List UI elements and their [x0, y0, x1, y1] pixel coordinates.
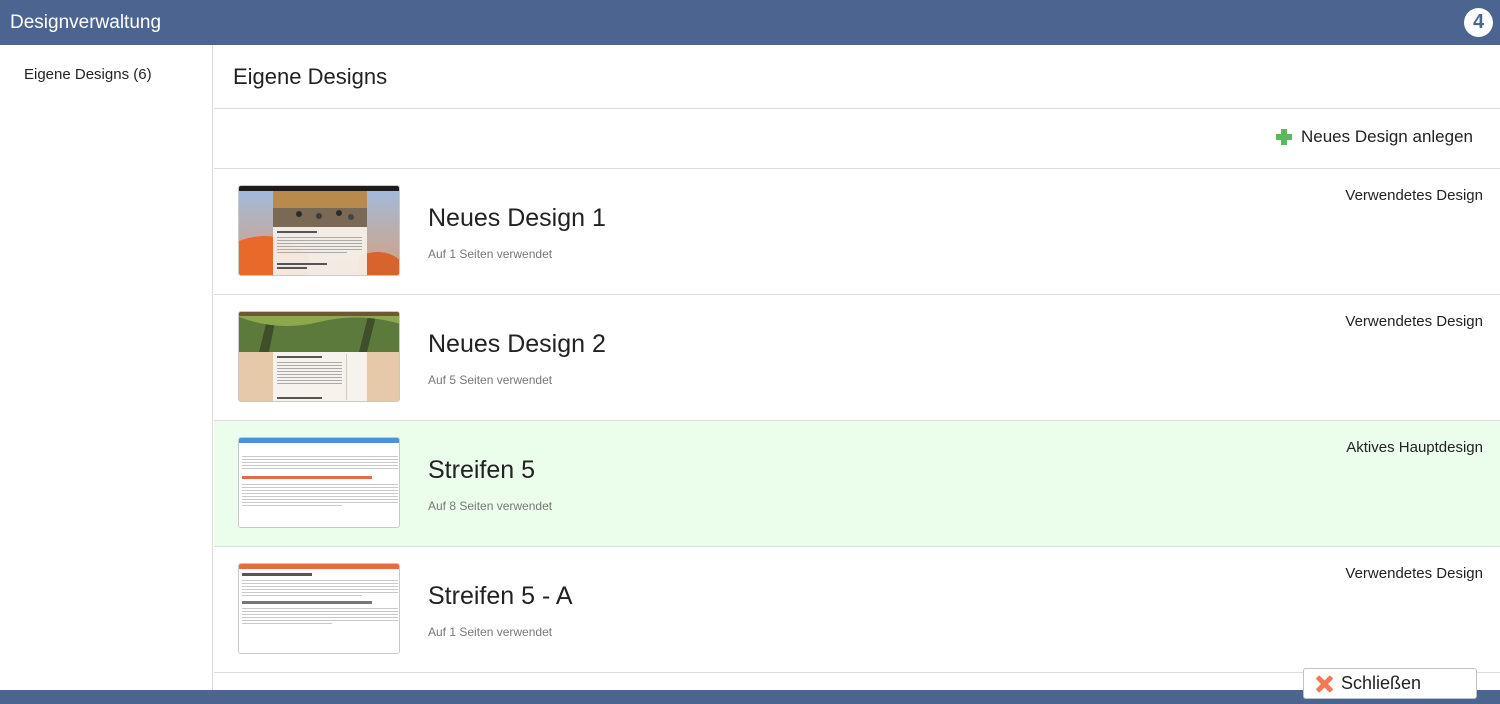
blue-stripe-thumbnail	[239, 438, 399, 527]
orange-stripe-thumbnail	[239, 564, 399, 653]
main-panel: Eigene Designs Neues Design anlegen Neue…	[214, 45, 1500, 690]
page-title: Eigene Designs	[233, 64, 388, 89]
forest-thumbnail	[239, 312, 399, 401]
design-usage: Auf 1 Seiten verwendet	[428, 247, 553, 261]
footer-bar	[0, 690, 1500, 704]
design-thumbnail[interactable]	[238, 563, 400, 654]
close-x-icon	[1315, 675, 1333, 693]
app-title: Designverwaltung	[10, 11, 162, 33]
four-circle-icon: 4	[1464, 8, 1493, 37]
design-name: Neues Design 1	[428, 204, 606, 232]
design-row[interactable]: Neues Design 2 Auf 5 Seiten verwendet Ve…	[214, 295, 1500, 421]
design-list: Neues Design 1 Auf 1 Seiten verwendet Ve…	[214, 169, 1500, 673]
design-row-active[interactable]: Streifen 5 Auf 8 Seiten verwendet Aktive…	[214, 421, 1500, 547]
design-name: Neues Design 2	[428, 330, 606, 358]
new-design-label: Neues Design anlegen	[1300, 127, 1473, 146]
sidebar: Eigene Designs (6)	[0, 45, 213, 690]
design-name: Streifen 5 - A	[428, 582, 573, 610]
close-label: Schließen	[1341, 673, 1422, 693]
sidebar-item-eigene-designs[interactable]: Eigene Designs (6)	[24, 66, 152, 83]
design-status: Verwendetes Design	[1345, 313, 1483, 330]
close-button[interactable]: Schließen	[1303, 668, 1477, 699]
plus-icon	[1275, 129, 1292, 145]
design-thumbnail[interactable]	[238, 185, 400, 276]
design-usage: Auf 5 Seiten verwendet	[428, 373, 553, 387]
divider	[214, 108, 1500, 109]
title-bar: Designverwaltung 4	[0, 0, 1500, 45]
new-design-button[interactable]: Neues Design anlegen	[1275, 127, 1473, 147]
design-row[interactable]: Neues Design 1 Auf 1 Seiten verwendet Ve…	[214, 169, 1500, 295]
design-row[interactable]: Streifen 5 - A Auf 1 Seiten verwendet Ve…	[214, 547, 1500, 673]
design-thumbnail[interactable]	[238, 437, 400, 528]
design-status: Aktives Hauptdesign	[1346, 439, 1483, 456]
design-status: Verwendetes Design	[1345, 565, 1483, 582]
design-usage: Auf 1 Seiten verwendet	[428, 625, 553, 639]
design-usage: Auf 8 Seiten verwendet	[428, 499, 553, 513]
design-name: Streifen 5	[428, 456, 536, 484]
desert-people-thumbnail	[239, 186, 399, 275]
design-status: Verwendetes Design	[1345, 187, 1483, 204]
design-thumbnail[interactable]	[238, 311, 400, 402]
